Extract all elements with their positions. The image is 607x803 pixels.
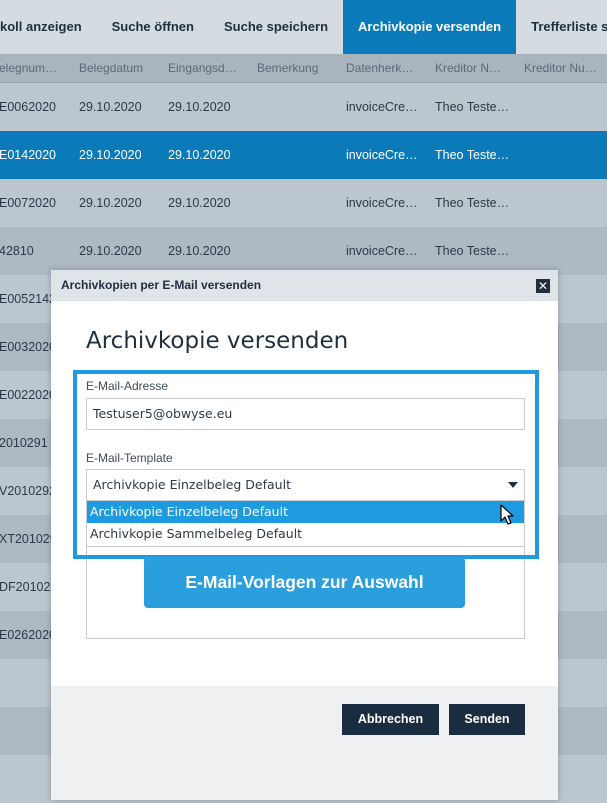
table-cell: [524, 131, 607, 179]
table-cell: E0142020: [0, 148, 57, 162]
column-header[interactable]: Belegdatum: [79, 54, 165, 82]
toolbar: koll anzeigen Suche öffnen Suche speiche…: [0, 0, 607, 54]
email-field[interactable]: Testuser5@obwyse.eu: [86, 398, 525, 430]
cancel-button[interactable]: Abbrechen: [342, 704, 439, 735]
template-selected-value: Archivkopie Einzelbeleg Default: [93, 477, 291, 492]
column-header[interactable]: Bemerkung: [257, 54, 341, 82]
email-label: E-Mail-Adresse: [86, 379, 169, 393]
toolbar-save-search-button[interactable]: Suche speichern: [209, 0, 343, 54]
column-header[interactable]: Kreditor N…: [435, 54, 519, 82]
dialog-title: Archivkopien per E-Mail versenden: [61, 278, 262, 292]
toolbar-sort-results-button[interactable]: Trefferliste sor: [516, 0, 607, 54]
table-cell: [524, 227, 607, 275]
toolbar-protocol-button[interactable]: koll anzeigen: [0, 0, 97, 54]
table-cell: [524, 179, 607, 227]
table-row[interactable]: 42810 29.10.2020 29.10.2020 invoiceCre… Theo…: [0, 227, 607, 275]
table-header: elegnum… Belegdatum Eingangsd… Bemerkung…: [0, 54, 607, 83]
table-cell: invoiceCre…: [346, 244, 418, 258]
mouse-pointer-icon: [500, 504, 514, 525]
table-cell: E0062020: [0, 100, 57, 114]
table-cell: [524, 83, 607, 131]
table-cell: invoiceCre…: [346, 148, 418, 162]
table-cell: 29.10.2020: [79, 196, 142, 210]
send-button[interactable]: Senden: [449, 704, 525, 735]
table-cell: [257, 179, 341, 227]
column-header[interactable]: Eingangsd…: [168, 54, 252, 82]
table-cell: 29.10.2020: [79, 100, 142, 114]
template-option-sammelbeleg[interactable]: Archivkopie Sammelbeleg Default: [87, 523, 524, 545]
toolbar-send-archive-copy-button[interactable]: Archivkopie versenden: [343, 0, 517, 54]
table-cell: [257, 227, 341, 275]
table-cell: Theo Teste…: [435, 244, 510, 258]
chevron-down-icon[interactable]: [508, 482, 518, 488]
dialog-heading: Archivkopie versenden: [86, 328, 349, 354]
table-row[interactable]: E0072020 29.10.2020 29.10.2020 invoiceCre… T…: [0, 179, 607, 227]
table-cell: Theo Teste…: [435, 196, 510, 210]
column-header[interactable]: Kreditor Nu…: [524, 54, 607, 82]
close-icon[interactable]: ✕: [536, 279, 550, 293]
table-cell: [257, 83, 341, 131]
send-archive-copy-dialog: Archivkopien per E-Mail versenden ✕ Arch…: [51, 270, 558, 800]
table-cell: [257, 131, 341, 179]
template-dropdown-list: Archivkopie Einzelbeleg Default Archivko…: [86, 501, 525, 547]
table-cell: Theo Teste…: [435, 148, 510, 162]
column-header[interactable]: Datenherk…: [346, 54, 430, 82]
table-cell: 29.10.2020: [168, 196, 231, 210]
table-cell: Theo Teste…: [435, 100, 510, 114]
table-row[interactable]: E0062020 29.10.2020 29.10.2020 invoiceCre… T…: [0, 83, 607, 131]
table-cell: 42810: [0, 244, 34, 258]
column-header[interactable]: elegnum…: [0, 54, 77, 82]
template-option-einzelbeleg[interactable]: Archivkopie Einzelbeleg Default: [87, 501, 524, 523]
dialog-titlebar: Archivkopien per E-Mail versenden ✕: [51, 270, 558, 301]
template-select[interactable]: Archivkopie Einzelbeleg Default: [86, 469, 525, 501]
toolbar-open-search-button[interactable]: Suche öffnen: [97, 0, 209, 54]
table-cell: invoiceCre…: [346, 100, 418, 114]
table-cell: 29.10.2020: [79, 244, 142, 258]
table-cell: invoiceCre…: [346, 196, 418, 210]
template-label: E-Mail-Template: [86, 451, 173, 465]
table-cell: 29.10.2020: [168, 244, 231, 258]
table-row[interactable]: E0142020 29.10.2020 29.10.2020 invoiceCre… T…: [0, 131, 607, 179]
table-cell: 29.10.2020: [168, 100, 231, 114]
callout-label: E-Mail-Vorlagen zur Auswahl: [144, 557, 465, 608]
table-cell: 29.10.2020: [79, 148, 142, 162]
table-cell: E0072020: [0, 196, 57, 210]
table-cell: 29.10.2020: [168, 148, 231, 162]
